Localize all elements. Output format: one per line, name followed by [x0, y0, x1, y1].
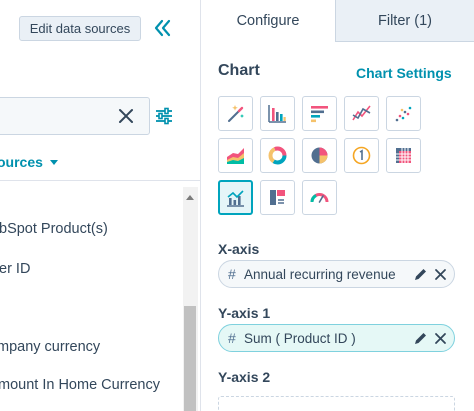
area-chart-icon — [227, 148, 244, 164]
tab-filter[interactable]: Filter (1) — [336, 0, 474, 42]
chart-type-magic[interactable] — [218, 96, 253, 131]
horizontal-bar-chart-icon — [311, 106, 328, 123]
x-axis-label: X-axis — [218, 241, 260, 257]
caret-down-icon — [49, 159, 58, 165]
property-item[interactable]: bSpot Product(s) — [0, 221, 108, 237]
sources-dropdown-label: ources — [0, 154, 43, 170]
property-item[interactable]: er ID — [0, 261, 30, 277]
chart-type-horizontal-bar[interactable] — [302, 96, 337, 131]
x-axis-field-name: Annual recurring revenue — [244, 266, 396, 282]
property-item[interactable]: mount In Home Currency — [0, 377, 160, 393]
pivot-table-icon — [396, 148, 411, 163]
chart-type-vertical-bar[interactable] — [260, 96, 295, 131]
gauge-icon — [310, 193, 329, 203]
chart-type-gauge[interactable] — [302, 180, 337, 215]
x-axis-field-pill[interactable]: # Annual recurring revenue — [218, 260, 455, 288]
all-sources-dropdown[interactable]: ources — [0, 154, 58, 170]
property-list: bSpot Product(s) er ID mpany currency mo… — [0, 181, 183, 411]
chart-type-donut[interactable] — [260, 138, 295, 173]
chart-type-table[interactable] — [260, 180, 295, 215]
y-axis-2-label: Y-axis 2 — [218, 369, 271, 385]
configure-panel: Configure Filter (1) Chart Chart Setting… — [201, 0, 474, 411]
tab-configure[interactable]: Configure — [201, 0, 336, 42]
magic-wand-icon — [228, 105, 244, 122]
combination-chart-icon — [227, 190, 244, 207]
chart-settings-link[interactable]: Chart Settings — [356, 65, 452, 81]
double-chevron-left-icon[interactable] — [150, 14, 174, 42]
pencil-icon[interactable] — [413, 267, 428, 282]
y-axis-1-label: Y-axis 1 — [218, 305, 271, 321]
donut-chart-icon — [268, 146, 287, 165]
pie-chart-icon — [311, 147, 328, 164]
chart-type-pivot[interactable] — [386, 138, 421, 173]
single-value-icon — [352, 146, 371, 165]
close-icon[interactable] — [434, 268, 447, 281]
pencil-icon[interactable] — [413, 331, 428, 346]
chart-type-combination[interactable] — [218, 180, 253, 215]
table-icon — [270, 190, 285, 205]
property-item[interactable]: mpany currency — [0, 339, 100, 355]
chart-type-area[interactable] — [218, 138, 253, 173]
close-icon[interactable] — [434, 332, 447, 345]
y-axis-1-field-name: Sum ( Product ID ) — [244, 330, 356, 346]
scrollbar-thumb[interactable] — [184, 306, 196, 411]
vertical-bar-chart-icon — [268, 105, 286, 123]
number-type-icon: # — [228, 330, 236, 346]
clear-search-icon[interactable] — [117, 107, 135, 125]
data-source-panel: Edit data sources ources bSpot Product(s… — [0, 0, 200, 411]
y-axis-1-field-pill[interactable]: # Sum ( Product ID ) — [218, 324, 455, 352]
line-chart-icon — [352, 105, 371, 121]
chart-type-line[interactable] — [344, 96, 379, 131]
scatter-chart-icon — [395, 106, 412, 122]
y-axis-2-dropzone[interactable] — [218, 396, 455, 411]
filter-sliders-icon[interactable] — [154, 106, 174, 126]
scroll-up-arrow-icon[interactable] — [186, 195, 194, 200]
chart-type-pie[interactable] — [302, 138, 337, 173]
chart-type-single-value[interactable] — [344, 138, 379, 173]
edit-data-sources-button[interactable]: Edit data sources — [19, 16, 141, 41]
number-type-icon: # — [228, 266, 236, 282]
chart-type-scatter[interactable] — [386, 96, 421, 131]
chart-section-heading: Chart — [218, 62, 260, 79]
